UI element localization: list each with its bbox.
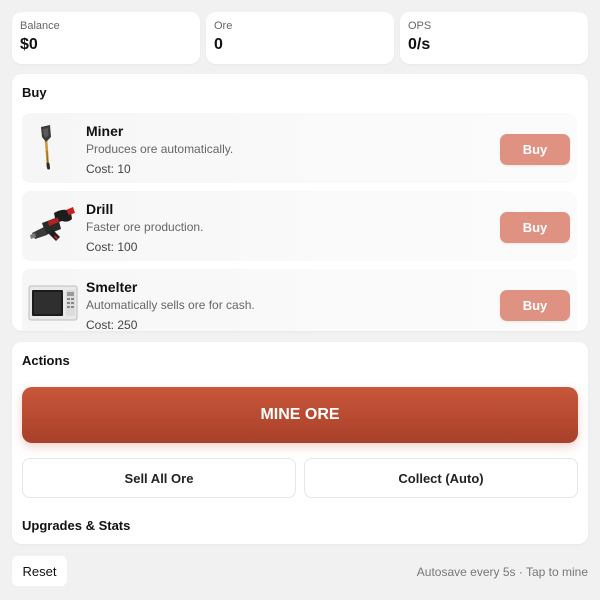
item-cost: Cost: 250 <box>86 318 138 331</box>
ops-label: OPS <box>408 20 432 32</box>
item-description: Produces ore automatically. <box>86 142 234 156</box>
buy-drill-button[interactable]: Buy <box>500 212 570 243</box>
ore-label: Ore <box>214 20 233 32</box>
item-name: Smelter <box>86 279 138 295</box>
actions-title: Actions <box>22 353 70 368</box>
actions-panel: Actions MINE ORE Sell All Ore Collect (A… <box>12 342 588 544</box>
ops-card: OPS 0/s <box>400 12 588 64</box>
balance-card: Balance $0 <box>12 12 200 64</box>
footer-note: Autosave every 5s · Tap to mine <box>416 565 588 579</box>
ore-card: Ore 0 <box>206 12 394 64</box>
item-name: Miner <box>86 123 124 139</box>
balance-value: $0 <box>20 36 38 53</box>
mine-ore-button[interactable]: MINE ORE <box>22 387 578 443</box>
buy-smelter-button[interactable]: Buy <box>500 290 570 321</box>
shop-item-smelter: Smelter Automatically sells ore for cash… <box>22 269 577 331</box>
item-cost: Cost: 10 <box>86 162 131 176</box>
drill-icon <box>28 199 78 249</box>
item-description: Automatically sells ore for cash. <box>86 298 255 312</box>
shop-item-drill: Drill Faster ore production. Cost: 100 B… <box>22 191 577 261</box>
upgrades-stats-title[interactable]: Upgrades & Stats <box>22 518 130 533</box>
shop-item-miner: Miner Produces ore automatically. Cost: … <box>22 113 577 183</box>
buy-miner-button[interactable]: Buy <box>500 134 570 165</box>
ops-value: 0/s <box>408 36 431 53</box>
shovel-icon <box>28 121 78 171</box>
item-description: Faster ore production. <box>86 220 204 234</box>
reset-button[interactable]: Reset <box>12 556 67 586</box>
buy-panel: Buy Miner Produces ore automatically. Co… <box>12 74 588 331</box>
item-name: Drill <box>86 201 114 217</box>
balance-label: Balance <box>20 20 60 32</box>
smelter-icon <box>28 277 78 327</box>
sell-all-ore-button[interactable]: Sell All Ore <box>22 458 296 498</box>
collect-auto-button[interactable]: Collect (Auto) <box>304 458 578 498</box>
buy-title: Buy <box>22 85 47 100</box>
item-cost: Cost: 100 <box>86 240 138 254</box>
ore-value: 0 <box>214 36 223 53</box>
